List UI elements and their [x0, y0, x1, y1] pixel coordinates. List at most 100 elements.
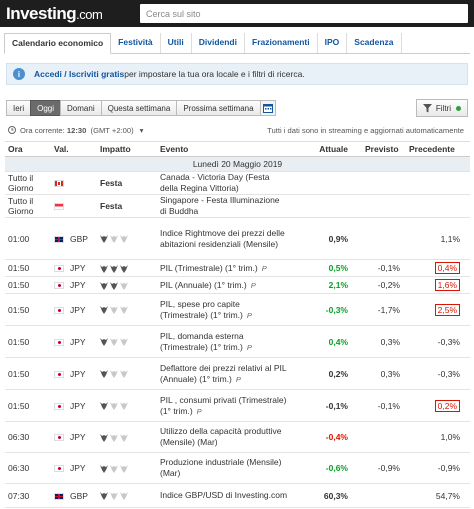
event-label[interactable]: Singapore - Festa Illuminazione di Buddh…: [160, 195, 280, 216]
tab-0[interactable]: Calendario economico: [4, 33, 112, 54]
event-label[interactable]: Produzione industriale (Mensile) (Mar): [160, 457, 281, 478]
event-name[interactable]: Indice GBP/USD di Investing.com: [157, 483, 291, 508]
currency-cell: JPY: [51, 325, 97, 358]
column-header-1: Val.: [51, 141, 97, 157]
login-link[interactable]: Accedi / Iscriviti gratis: [34, 69, 124, 79]
tab-3[interactable]: Dividendi: [192, 33, 245, 53]
table-row[interactable]: Tutto il Giorno Festa Singapore - Festa Il…: [5, 194, 470, 218]
event-label[interactable]: Canada - Victoria Day (Festa della Regin…: [160, 172, 269, 193]
table-row[interactable]: 01:00 GBP Indice Rightmove dei prezzi dell…: [5, 217, 470, 260]
event-time: 06:30: [5, 421, 51, 453]
period-button-1[interactable]: Oggi: [30, 100, 62, 116]
period-button-3[interactable]: Questa settimana: [100, 100, 178, 116]
table-row[interactable]: Tutto il Giorno Festa Canada - Victoria Da…: [5, 171, 470, 195]
tab-5[interactable]: IPO: [318, 33, 348, 53]
event-label[interactable]: PIL (Trimestrale) (1° trim.): [160, 263, 258, 273]
bull-icon: [100, 370, 108, 379]
event-name[interactable]: Utilizzo della capacità produttive (Mens…: [157, 421, 291, 453]
impact-cell: Festa: [97, 171, 157, 195]
event-time: 01:50: [5, 325, 51, 358]
previous-cell: -0,3%: [403, 325, 470, 358]
bull-icon: [120, 264, 128, 273]
preliminary-marker: P: [250, 280, 256, 290]
event-label[interactable]: PIL, domanda esterna (Trimestrale) (1° t…: [160, 331, 244, 352]
currency-code: JPY: [70, 463, 86, 473]
event-name[interactable]: Singapore - Festa Illuminazione di Buddh…: [157, 194, 291, 218]
table-row[interactable]: 01:50 JPY PIL (Trimestrale) (1° trim.) P 0,5…: [5, 259, 470, 277]
table-row[interactable]: 01:50 JPY PIL, domanda esterna (Trimestral…: [5, 325, 470, 358]
current-time-value: 12:30: [66, 125, 87, 135]
table-row[interactable]: 06:30 JPY Produzione industriale (Mensile)…: [5, 452, 470, 484]
currency-cell: JPY: [51, 259, 97, 277]
holiday-label: Festa: [100, 201, 123, 211]
tab-1[interactable]: Festività: [111, 33, 161, 53]
info-icon: i: [13, 68, 25, 80]
actual-value: -0,6%: [291, 452, 351, 484]
table-row[interactable]: 01:50 JPY PIL, spese pro capite (Trimestra…: [5, 293, 470, 326]
tab-4[interactable]: Frazionamenti: [245, 33, 318, 53]
table-row[interactable]: 01:50 JPY Deflattore dei prezzi relativi a…: [5, 357, 470, 390]
tab-2[interactable]: Utili: [161, 33, 192, 53]
actual-value: 0,4%: [291, 325, 351, 358]
bull-icon: [120, 433, 128, 442]
currency-cell: [51, 194, 97, 218]
bull-icon: [110, 281, 118, 290]
event-time: 01:00: [5, 217, 51, 260]
column-header-4: Attuale: [291, 141, 351, 157]
flag-jp-icon: [54, 465, 64, 473]
impact-cell: Festa: [97, 194, 157, 218]
event-name[interactable]: PIL, domanda esterna (Trimestrale) (1° t…: [157, 325, 291, 358]
event-name[interactable]: PIL (Trimestrale) (1° trim.) P: [157, 259, 291, 277]
bull-icon: [120, 281, 128, 290]
period-button-0[interactable]: Ieri: [6, 100, 32, 116]
previous-cell: 1,0%: [403, 421, 470, 453]
column-header-2: Impatto: [97, 141, 157, 157]
table-row[interactable]: 06:30 JPY Utilizzo della capacità produtti…: [5, 421, 470, 453]
flag-uk-icon: [54, 492, 64, 500]
event-label[interactable]: Utilizzo della capacità produttive (Mens…: [160, 426, 281, 447]
chevron-down-icon[interactable]: ▾: [140, 126, 144, 135]
event-name[interactable]: Deflattore dei prezzi relativi al PIL (A…: [157, 357, 291, 390]
currency-code: JPY: [70, 400, 86, 411]
event-label[interactable]: Deflattore dei prezzi relativi al PIL (A…: [160, 363, 286, 384]
currency-code: JPY: [70, 432, 86, 442]
search-input[interactable]: Cerca sul sito: [140, 4, 468, 23]
event-label[interactable]: PIL , consumi privati (Trimestrale) (1° …: [160, 395, 286, 416]
previous-value: 54,7%: [435, 490, 460, 501]
event-label[interactable]: Indice Rightmove dei prezzi delle abitaz…: [160, 228, 285, 249]
event-name[interactable]: Produzione industriale (Mensile) (Mar): [157, 452, 291, 484]
timezone-select[interactable]: (GMT +2:00): [91, 126, 134, 135]
period-button-2[interactable]: Domani: [60, 100, 102, 116]
period-button-4[interactable]: Prossima settimana: [176, 100, 261, 116]
actual-value: 0,2%: [291, 357, 351, 390]
previous-cell: [403, 194, 470, 218]
previous-value: 1,0%: [440, 432, 460, 442]
event-name[interactable]: Indice Rightmove dei prezzi delle abitaz…: [157, 217, 291, 260]
table-row[interactable]: 01:50 JPY PIL , consumi privati (Trimestra…: [5, 389, 470, 422]
bull-icon: [100, 464, 108, 473]
funnel-icon: [422, 103, 432, 112]
previous-value: 1,1%: [440, 233, 460, 244]
bull-icon: [100, 306, 108, 315]
table-row[interactable]: 01:50 JPY PIL (Annuale) (1° trim.) P 2,1% -0,…: [5, 276, 470, 294]
table-row[interactable]: 07:30 GBP Indice GBP/USD di Investing.com 6…: [5, 483, 470, 508]
event-label[interactable]: PIL (Annuale) (1° trim.): [160, 280, 247, 290]
event-name[interactable]: PIL (Annuale) (1° trim.) P: [157, 276, 291, 294]
impact-cell: [97, 325, 157, 358]
event-name[interactable]: PIL , consumi privati (Trimestrale) (1° …: [157, 389, 291, 422]
investing-logo[interactable]: Investing.com: [6, 4, 130, 24]
event-name[interactable]: PIL, spese pro capite (Trimestrale) (1° …: [157, 293, 291, 326]
actual-value: -0,4%: [291, 421, 351, 453]
bull-icon: [100, 338, 108, 347]
period-selector: Ieri Oggi Domani Questa settimana Prossima s…: [6, 99, 468, 117]
event-name[interactable]: Canada - Victoria Day (Festa della Regin…: [157, 171, 291, 195]
tab-6[interactable]: Scadenza: [347, 33, 402, 53]
event-label[interactable]: PIL, spese pro capite (Trimestrale) (1° …: [160, 299, 243, 320]
event-label[interactable]: Indice GBP/USD di Investing.com: [160, 490, 287, 500]
site-header: Investing.com Cerca sul sito: [0, 0, 474, 27]
filter-button[interactable]: Filtri: [415, 99, 468, 117]
forecast-value: -0,9%: [351, 452, 403, 484]
calendar-icon[interactable]: [259, 100, 276, 116]
currency-cell: [51, 171, 97, 195]
flag-jp-icon: [54, 282, 64, 290]
